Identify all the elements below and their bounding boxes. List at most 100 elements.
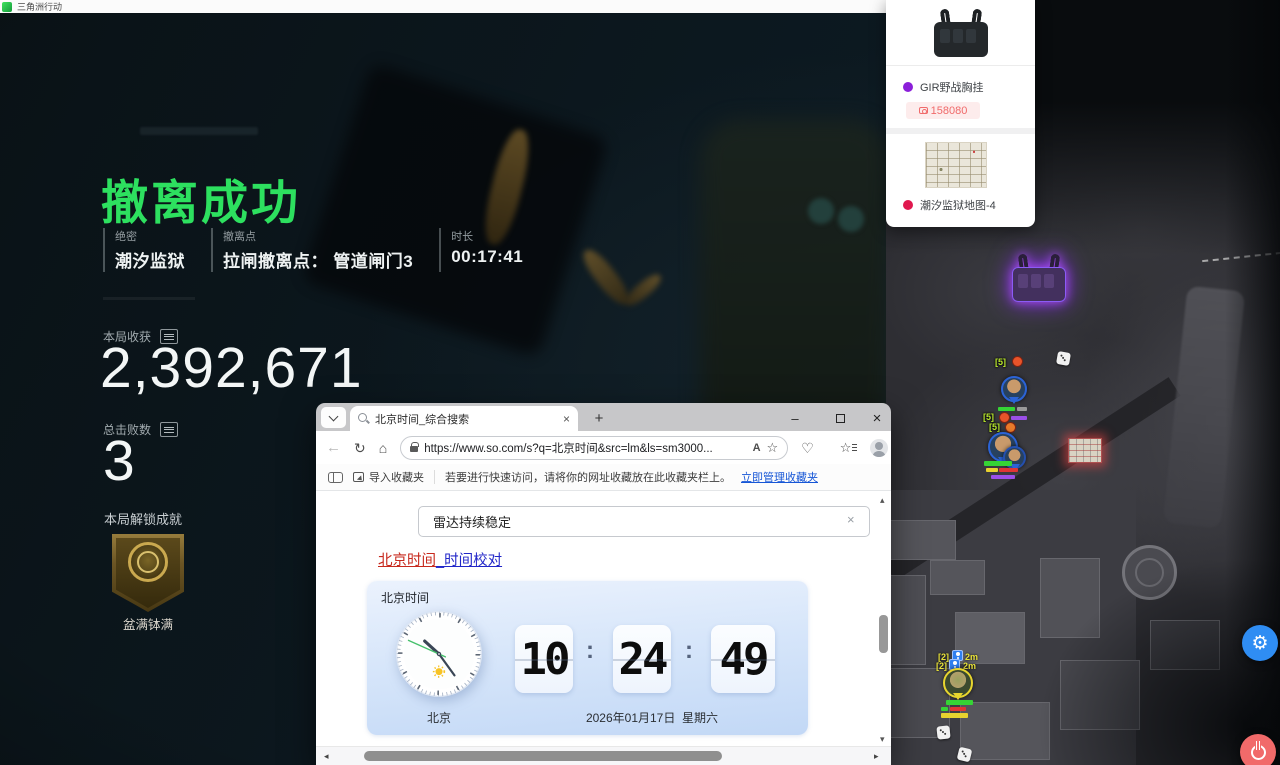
game-app-icon xyxy=(2,2,12,12)
manage-favorites-link[interactable]: 立即管理收藏夹 xyxy=(741,469,818,485)
date-text: 2026年01月17日 xyxy=(586,711,675,725)
weekday-text: 星期六 xyxy=(682,711,718,725)
url-text[interactable]: https://www.so.com/s?q=北京时间&src=lm&ls=sm… xyxy=(424,440,746,456)
flip-seconds: 49 xyxy=(711,625,775,693)
item-name: GIR野战胸挂 xyxy=(920,79,984,95)
enemy-count-label: [5] xyxy=(983,412,994,422)
favorites-list-button[interactable]: ☆ xyxy=(840,441,858,454)
map-building xyxy=(1040,558,1100,638)
tab-actions-menu-button[interactable] xyxy=(321,407,346,428)
vertical-scrollbar-thumb[interactable] xyxy=(879,615,888,653)
rarity-dot-purple xyxy=(903,82,913,92)
power-icon xyxy=(1251,745,1266,760)
stat-extract-point: 撤离点 拉闸撤离点： 管道闸门3 xyxy=(211,228,413,272)
result-link-rest[interactable]: _时间校对 xyxy=(436,553,502,569)
horizontal-scrollbar[interactable]: ◂ ▸ xyxy=(316,746,891,765)
stat-duration: 时长 00:17:41 xyxy=(439,228,523,272)
item-price-pill: 158080 xyxy=(906,102,980,119)
maximize-icon xyxy=(836,414,845,423)
enemy-player-pin xyxy=(1001,376,1027,402)
gear-icon: ⚙ xyxy=(1251,632,1268,655)
browser-tab[interactable]: 北京时间_综合搜索 × xyxy=(350,406,578,431)
import-favorites-button[interactable]: 导入收藏夹 xyxy=(353,469,424,485)
search-input[interactable] xyxy=(418,506,870,537)
window-minimize-button[interactable]: – xyxy=(779,407,811,429)
health-bar xyxy=(950,707,966,711)
kills-value: 3 xyxy=(103,433,136,490)
clock-colon: : xyxy=(685,637,693,665)
stat-label: 撤离点 xyxy=(223,228,413,244)
map-document-image[interactable] xyxy=(925,142,987,188)
enemy-dot xyxy=(1012,356,1023,367)
horizontal-scrollbar-thumb[interactable] xyxy=(364,751,722,761)
profile-avatar[interactable] xyxy=(870,439,888,457)
beijing-time-clock-widget: 北京时间 北京 10 : 24 : 49 xyxy=(367,581,808,735)
refresh-button[interactable]: ↻ xyxy=(354,441,366,455)
map-boundary-dashed-line xyxy=(1202,252,1280,262)
browser-essentials-icon[interactable]: ♡ xyxy=(801,441,814,455)
scroll-up-icon[interactable]: ▴ xyxy=(880,495,885,506)
rarity-dot-red xyxy=(903,200,913,210)
stat-label: 时长 xyxy=(451,228,523,244)
item-card-chest-rig[interactable] xyxy=(886,0,1035,66)
stat-label: 绝密 xyxy=(115,228,185,244)
favorite-star-icon[interactable]: ☆ xyxy=(767,441,779,454)
loot-total-value: 2,392,671 xyxy=(100,340,363,397)
window-close-button[interactable]: × xyxy=(861,407,891,429)
loot-price-panel: GIR野战胸挂 158080 潮汐监狱地图-4 xyxy=(886,0,1035,227)
team-count-label: [2] xyxy=(936,661,947,671)
scroll-down-icon[interactable]: ▾ xyxy=(880,734,885,745)
health-bar xyxy=(1017,407,1027,411)
scroll-right-icon[interactable]: ▸ xyxy=(874,751,879,762)
kills-detail-list-icon[interactable] xyxy=(160,422,178,437)
read-aloud-icon[interactable]: A xyxy=(753,442,761,454)
tab-title: 北京时间_综合搜索 xyxy=(375,411,557,427)
address-bar[interactable]: https://www.so.com/s?q=北京时间&src=lm&ls=sm… xyxy=(400,436,788,460)
health-bar xyxy=(986,468,998,472)
home-button[interactable]: ⌂ xyxy=(379,441,387,455)
sidebar-icon[interactable] xyxy=(328,472,343,483)
game-window-title: 三角洲行动 xyxy=(17,0,62,13)
overlay-settings-button[interactable]: ⚙ xyxy=(1242,625,1278,661)
bookmarks-bar: 导入收藏夹 若要进行快速访问，请将你的网址收藏放在此收藏夹栏上。 立即管理收藏夹 xyxy=(316,464,891,491)
tab-close-icon[interactable]: × xyxy=(563,412,570,426)
currency-icon xyxy=(919,107,928,114)
import-icon xyxy=(353,472,364,482)
lock-icon xyxy=(410,446,418,452)
armor-bar xyxy=(991,475,1015,479)
armor-bar xyxy=(1011,416,1027,420)
achievement-name: 盆满钵满 xyxy=(112,614,184,633)
health-bar xyxy=(998,407,1015,411)
stat-value: 潮汐监狱 xyxy=(115,247,185,272)
search-result-link[interactable]: 北京时间_时间校对 xyxy=(378,549,502,570)
health-bar xyxy=(941,707,948,711)
extraction-stats-row: 绝密 潮汐监狱 撤离点 拉闸撤离点： 管道闸门3 时长 00:17:41 xyxy=(103,228,523,272)
import-label: 导入收藏夹 xyxy=(369,469,424,485)
achievement-emblem-icon xyxy=(128,542,168,582)
back-button[interactable]: ← xyxy=(326,440,341,455)
clear-search-icon[interactable]: × xyxy=(847,512,855,527)
map-item-chest-rig-purple xyxy=(1008,254,1070,302)
armor-bar xyxy=(941,713,968,718)
map-building xyxy=(886,575,926,665)
clock-city-label: 北京 xyxy=(395,709,483,726)
flip-minutes: 24 xyxy=(613,625,671,693)
achievement-label: 本局解锁成就 xyxy=(104,509,182,528)
result-link-visited[interactable]: 北京时间 xyxy=(378,553,436,569)
page-content: × 北京时间_时间校对 北京时间 北京 xyxy=(316,491,891,746)
overlay-power-button[interactable] xyxy=(1240,734,1276,765)
new-tab-button[interactable]: + xyxy=(588,407,610,429)
health-bar xyxy=(984,461,1012,466)
vest-pouches xyxy=(940,29,976,43)
browser-toolbar: ← ↻ ⌂ https://www.so.com/s?q=北京时间&src=lm… xyxy=(316,431,891,464)
map-building xyxy=(1060,660,1140,730)
scroll-left-icon[interactable]: ◂ xyxy=(324,751,329,762)
decorative-line xyxy=(103,297,195,300)
window-maximize-button[interactable] xyxy=(824,407,856,429)
stat-map: 绝密 潮汐监狱 xyxy=(103,228,185,272)
bookmarks-hint: 若要进行快速访问，请将你的网址收藏放在此收藏夹栏上。 xyxy=(445,469,731,485)
screen: 撤离成功 绝密 潮汐监狱 撤离点 拉闸撤离点： 管道闸门3 时长 00:17:4… xyxy=(0,0,1280,765)
chest-rig-image xyxy=(930,9,992,57)
flip-hours: 10 xyxy=(515,625,573,693)
game-window-titlebar[interactable]: 三角洲行动 xyxy=(0,0,886,13)
